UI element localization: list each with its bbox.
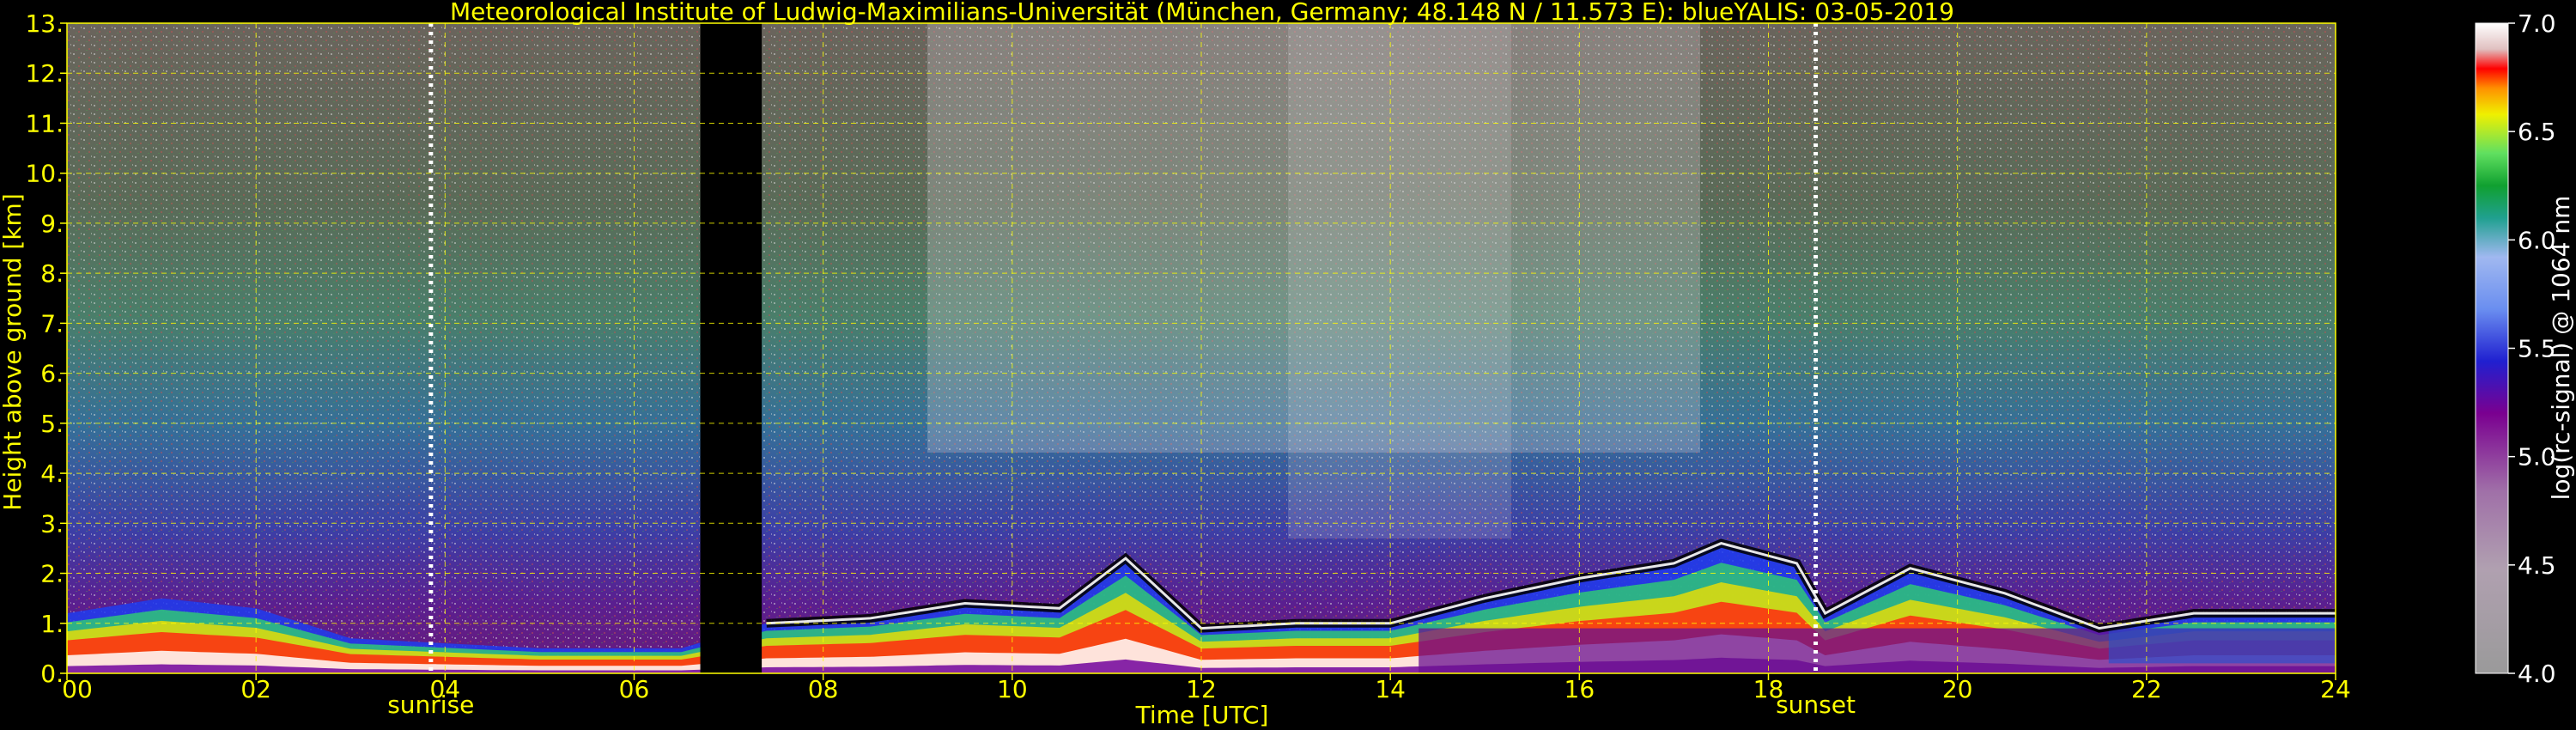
colorbar-tick-label: 7.0 [2518, 9, 2556, 38]
residual-layer-blue [2108, 628, 2336, 664]
colorbar-label: log(rc-signal) @ 1064 nm [2547, 196, 2575, 501]
x-axis-label: Time [UTC] [1135, 701, 1269, 729]
x-tick-label: 14 [1375, 675, 1406, 703]
sunset-label: sunset [1776, 690, 1856, 719]
x-tick-label: 00 [62, 675, 93, 703]
x-tick-label: 22 [2131, 675, 2162, 703]
x-tick-label: 10 [997, 675, 1028, 703]
y-tick-label: 11. [25, 109, 64, 137]
y-tick-label: 13. [25, 9, 64, 38]
colorbar-tick-label: 6.5 [2518, 118, 2556, 146]
x-tick-label: 16 [1564, 675, 1595, 703]
y-tick-label: 2. [40, 560, 64, 588]
chart-svg: sunrise sunset00 02 04 06 08 10 12 14 16 18 20 22 240… [0, 0, 2575, 729]
chart-title: Meteorological Institute of Ludwig-Maxim… [450, 0, 1954, 26]
y-axis-label: Height above ground [km] [0, 193, 27, 511]
x-tick-label: 02 [240, 675, 271, 703]
y-tick-label: 9. [40, 210, 64, 238]
afternoon-bright-noise [1288, 23, 1511, 538]
colorbar-tick-label: 4.0 [2518, 660, 2556, 688]
colorbar [2475, 22, 2509, 674]
y-tick-label: 0. [40, 660, 64, 688]
y-tick-label: 5. [40, 410, 64, 438]
y-tick-label: 10. [25, 160, 64, 188]
lidar-plot: sunrise sunset 00 02 04 06 08 10 12 14 16 18 20 22 24 0… [0, 0, 2576, 730]
y-tick-label: 1. [40, 610, 64, 638]
y-tick-label: 12. [25, 59, 64, 88]
lidar-field [67, 23, 2336, 673]
y-tick-label: 7. [40, 309, 64, 338]
x-tick-label: 04 [430, 675, 461, 703]
x-tick-label: 18 [1753, 675, 1784, 703]
x-tick-label: 12 [1186, 675, 1217, 703]
y-tick-label: 4. [40, 459, 64, 488]
x-tick-label: 08 [808, 675, 839, 703]
y-tick-label: 8. [40, 259, 64, 288]
y-tick-label: 3. [40, 509, 64, 538]
x-tick-label: 20 [1942, 675, 1973, 703]
y-tick-label: 6. [40, 360, 64, 388]
x-tick-label: 24 [2320, 675, 2351, 703]
colorbar-tick-label: 4.5 [2518, 551, 2556, 580]
no-data-gap [700, 23, 762, 673]
x-tick-label: 06 [619, 675, 650, 703]
